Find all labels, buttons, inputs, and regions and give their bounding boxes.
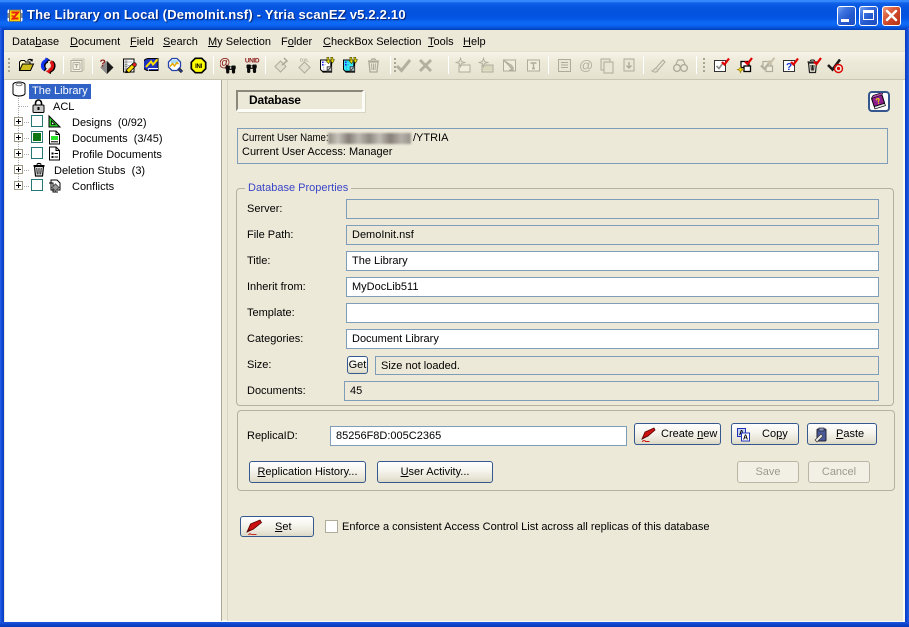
- svg-text:A: A: [743, 435, 748, 442]
